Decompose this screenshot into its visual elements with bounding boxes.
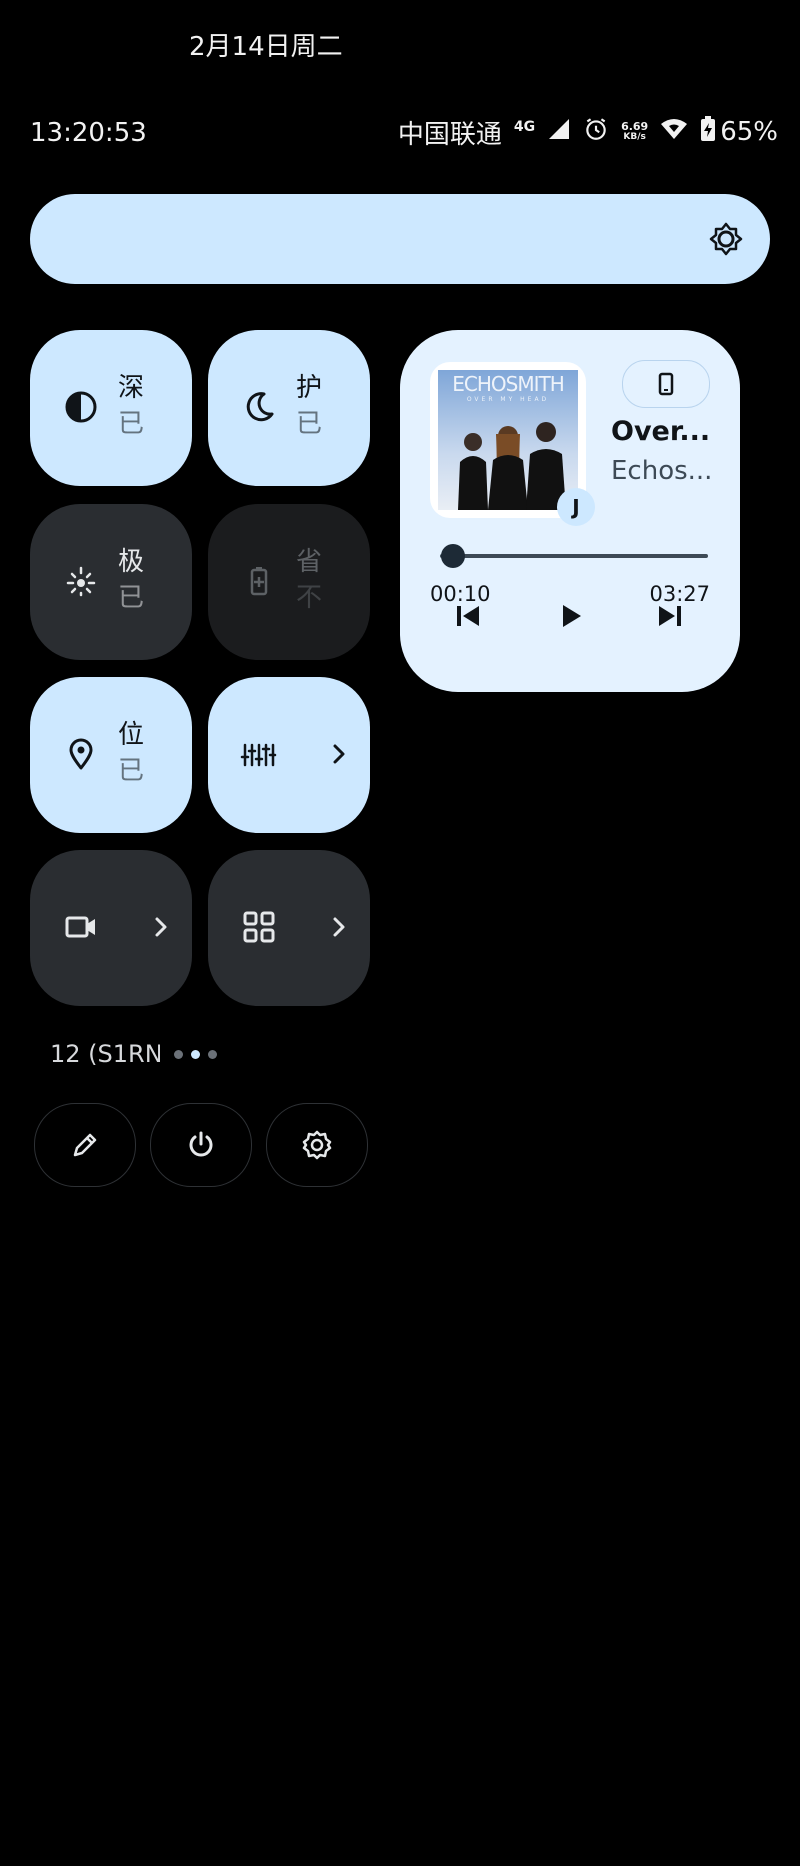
page-indicator (174, 1049, 217, 1059)
tile-title: 护 (296, 373, 323, 403)
tile-location[interactable]: 位 已 (30, 677, 192, 833)
app-badge-icon: J (557, 488, 595, 526)
media-player-card[interactable]: ECHOSMITH OVER MY HEAD J Over... Echos..… (400, 330, 740, 692)
date-label: 2月14日周二 (189, 32, 343, 62)
dark-mode-icon (65, 391, 97, 423)
apps-grid-icon (243, 911, 275, 943)
tile-status: 不 (296, 583, 323, 613)
album-cover: ECHOSMITH OVER MY HEAD (438, 370, 578, 510)
tile-dark-mode[interactable]: 深 已 (30, 330, 192, 486)
tile-label: 深 已 (118, 370, 174, 442)
network-type: 4G (513, 119, 536, 135)
tile-title: 深 (118, 373, 145, 403)
battery: 65% (700, 115, 778, 149)
seek-thumb[interactable] (441, 544, 466, 568)
tile-extra-dim[interactable]: 极 已 (30, 504, 192, 660)
tile-eye-comfort[interactable]: 护 已 (208, 330, 370, 486)
carrier-name: 中国联通 (397, 119, 502, 150)
network-speed: 6.69 KB/s (621, 121, 648, 143)
tile-label: 护 已 (296, 370, 352, 442)
play-icon[interactable] (554, 600, 586, 632)
alarm-icon (583, 116, 609, 149)
seek-bar[interactable] (440, 554, 708, 558)
settings-icon (302, 1130, 332, 1160)
tile-screen-record[interactable] (30, 850, 192, 1006)
previous-track-icon[interactable] (452, 600, 484, 632)
tile-apps-grid[interactable] (208, 850, 370, 1006)
band-photo (458, 422, 566, 510)
next-track-icon[interactable] (654, 600, 686, 632)
edit-icon (73, 1133, 97, 1157)
tile-title: 位 (118, 720, 145, 750)
location-icon (69, 738, 93, 770)
tile-label: 省 不 (296, 544, 352, 616)
chevron-right-icon (155, 917, 167, 937)
tile-equalizer[interactable] (208, 677, 370, 833)
page-dot-active (191, 1049, 200, 1059)
tile-status: 已 (296, 409, 323, 439)
battery-percent: 65% (720, 117, 778, 147)
battery-saver-icon (250, 567, 268, 596)
battery-charging-icon (700, 115, 716, 149)
output-device-button[interactable] (622, 360, 710, 408)
moon-icon (246, 392, 274, 422)
artist-name: Echos... (611, 456, 713, 486)
power-button[interactable] (150, 1103, 252, 1187)
tile-title: 省 (296, 547, 323, 577)
brightness-icon (709, 222, 743, 256)
signal-icon (547, 117, 571, 148)
equalizer-icon (240, 743, 277, 767)
speed-value: 6.69 (621, 120, 649, 133)
chevron-right-icon (333, 917, 345, 937)
phone-icon (658, 372, 674, 396)
power-icon (189, 1131, 213, 1157)
tile-title: 极 (118, 547, 145, 577)
network-name-row: 12 (S1RN (50, 1040, 217, 1068)
chevron-right-icon (333, 744, 345, 764)
brightness-slider[interactable] (30, 194, 770, 284)
speed-unit: KB/s (623, 132, 646, 142)
tile-status: 已 (118, 409, 145, 439)
song-title: Over... (611, 416, 711, 447)
page-dot (208, 1049, 217, 1059)
tile-label: 极 已 (118, 544, 174, 616)
extreme-dim-icon (66, 566, 96, 597)
page-dot (174, 1049, 183, 1059)
clock: 13:20:53 (30, 118, 147, 148)
tile-battery-saver[interactable]: 省 不 (208, 504, 370, 660)
wifi-icon (660, 117, 688, 148)
edit-button[interactable] (34, 1103, 136, 1187)
screen-record-icon (65, 916, 95, 938)
tile-status: 已 (118, 756, 145, 786)
ssid-label: 12 (S1RN (50, 1040, 160, 1068)
tile-label: 位 已 (118, 717, 174, 789)
status-bar: 中国联通 4G 6.69 KB/s 65% (398, 112, 778, 152)
settings-button[interactable] (266, 1103, 368, 1187)
tile-status: 已 (118, 583, 145, 613)
